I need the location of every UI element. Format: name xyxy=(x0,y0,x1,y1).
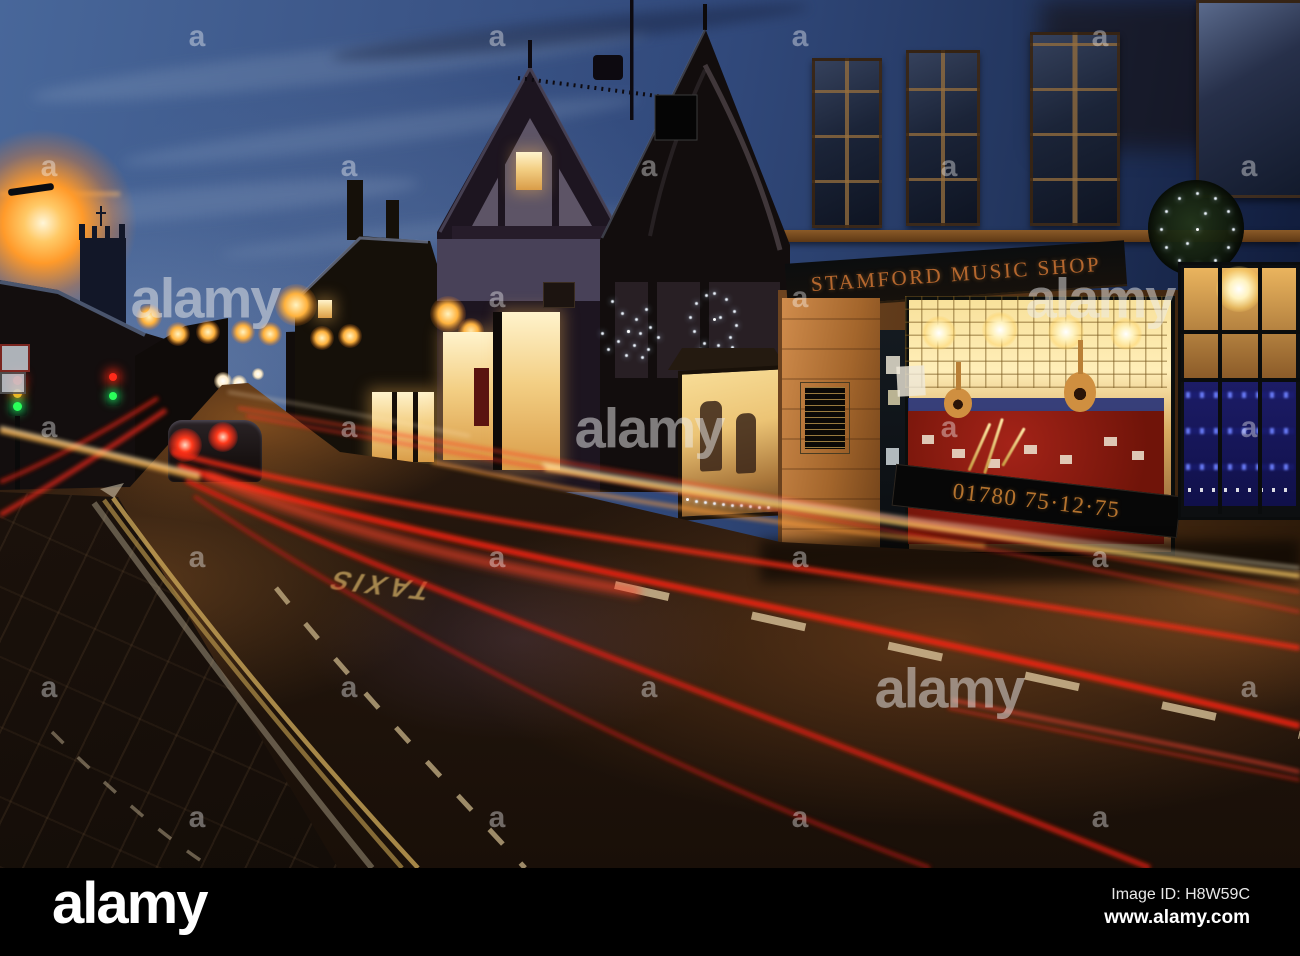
alamy-watermark-mini: a xyxy=(40,671,58,704)
alamy-watermark-mini: a xyxy=(940,411,958,444)
alamy-watermark-mini: a xyxy=(40,150,58,183)
alamy-watermark-mini: a xyxy=(1091,20,1109,53)
footer-credits: Image ID: H8W59C www.alamy.com xyxy=(1104,886,1250,929)
alamy-watermark-mini: a xyxy=(1091,541,1109,574)
alamy-watermark-mini: a xyxy=(791,281,809,314)
alamy-watermark-mini: a xyxy=(791,20,809,53)
alamy-watermark-mini: a xyxy=(1091,801,1109,834)
alamy-watermark-mini: a xyxy=(940,150,958,183)
stock-photo-stamford-street-dusk: STAMFORD MUSIC SHOP 01780 75·12·75 TAXIS… xyxy=(0,0,1300,956)
alamy-watermark-mini: a xyxy=(188,801,206,834)
alamy-watermark-mini: a xyxy=(640,150,658,183)
alamy-footer-bar: alamy Image ID: H8W59C www.alamy.com xyxy=(0,868,1300,956)
alamy-watermark-mini: a xyxy=(40,411,58,444)
alamy-watermark: alamy xyxy=(130,266,282,330)
alamy-watermark-mini: a xyxy=(1240,411,1258,444)
alamy-watermark-mini: a xyxy=(488,801,506,834)
alamy-watermark-mini: a xyxy=(340,411,358,444)
alamy-watermark-mini: a xyxy=(640,671,658,704)
alamy-watermark-mini: a xyxy=(340,671,358,704)
alamy-watermark-mini: a xyxy=(188,20,206,53)
alamy-watermark: alamy xyxy=(574,396,726,460)
alamy-watermark-mini: a xyxy=(340,150,358,183)
alamy-watermark-mini: a xyxy=(488,20,506,53)
alamy-watermark: alamy xyxy=(1025,266,1177,330)
alamy-watermark-mini: a xyxy=(791,801,809,834)
alamy-logo: alamy xyxy=(52,871,208,936)
image-id-text: Image ID: H8W59C xyxy=(1111,886,1250,903)
alamy-watermark-mini: a xyxy=(1240,671,1258,704)
alamy-watermark-mini: a xyxy=(791,541,809,574)
watermark-layer: a a a a a a a a a a a a a a a a a a a a a a a a a a a alamy alamy ala… xyxy=(0,0,1300,868)
alamy-watermark-mini: a xyxy=(1240,150,1258,183)
alamy-watermark-mini: a xyxy=(488,281,506,314)
alamy-url-text: www.alamy.com xyxy=(1104,907,1250,928)
alamy-watermark: alamy xyxy=(874,656,1026,720)
alamy-watermark-mini: a xyxy=(488,541,506,574)
alamy-watermark-mini: a xyxy=(188,541,206,574)
